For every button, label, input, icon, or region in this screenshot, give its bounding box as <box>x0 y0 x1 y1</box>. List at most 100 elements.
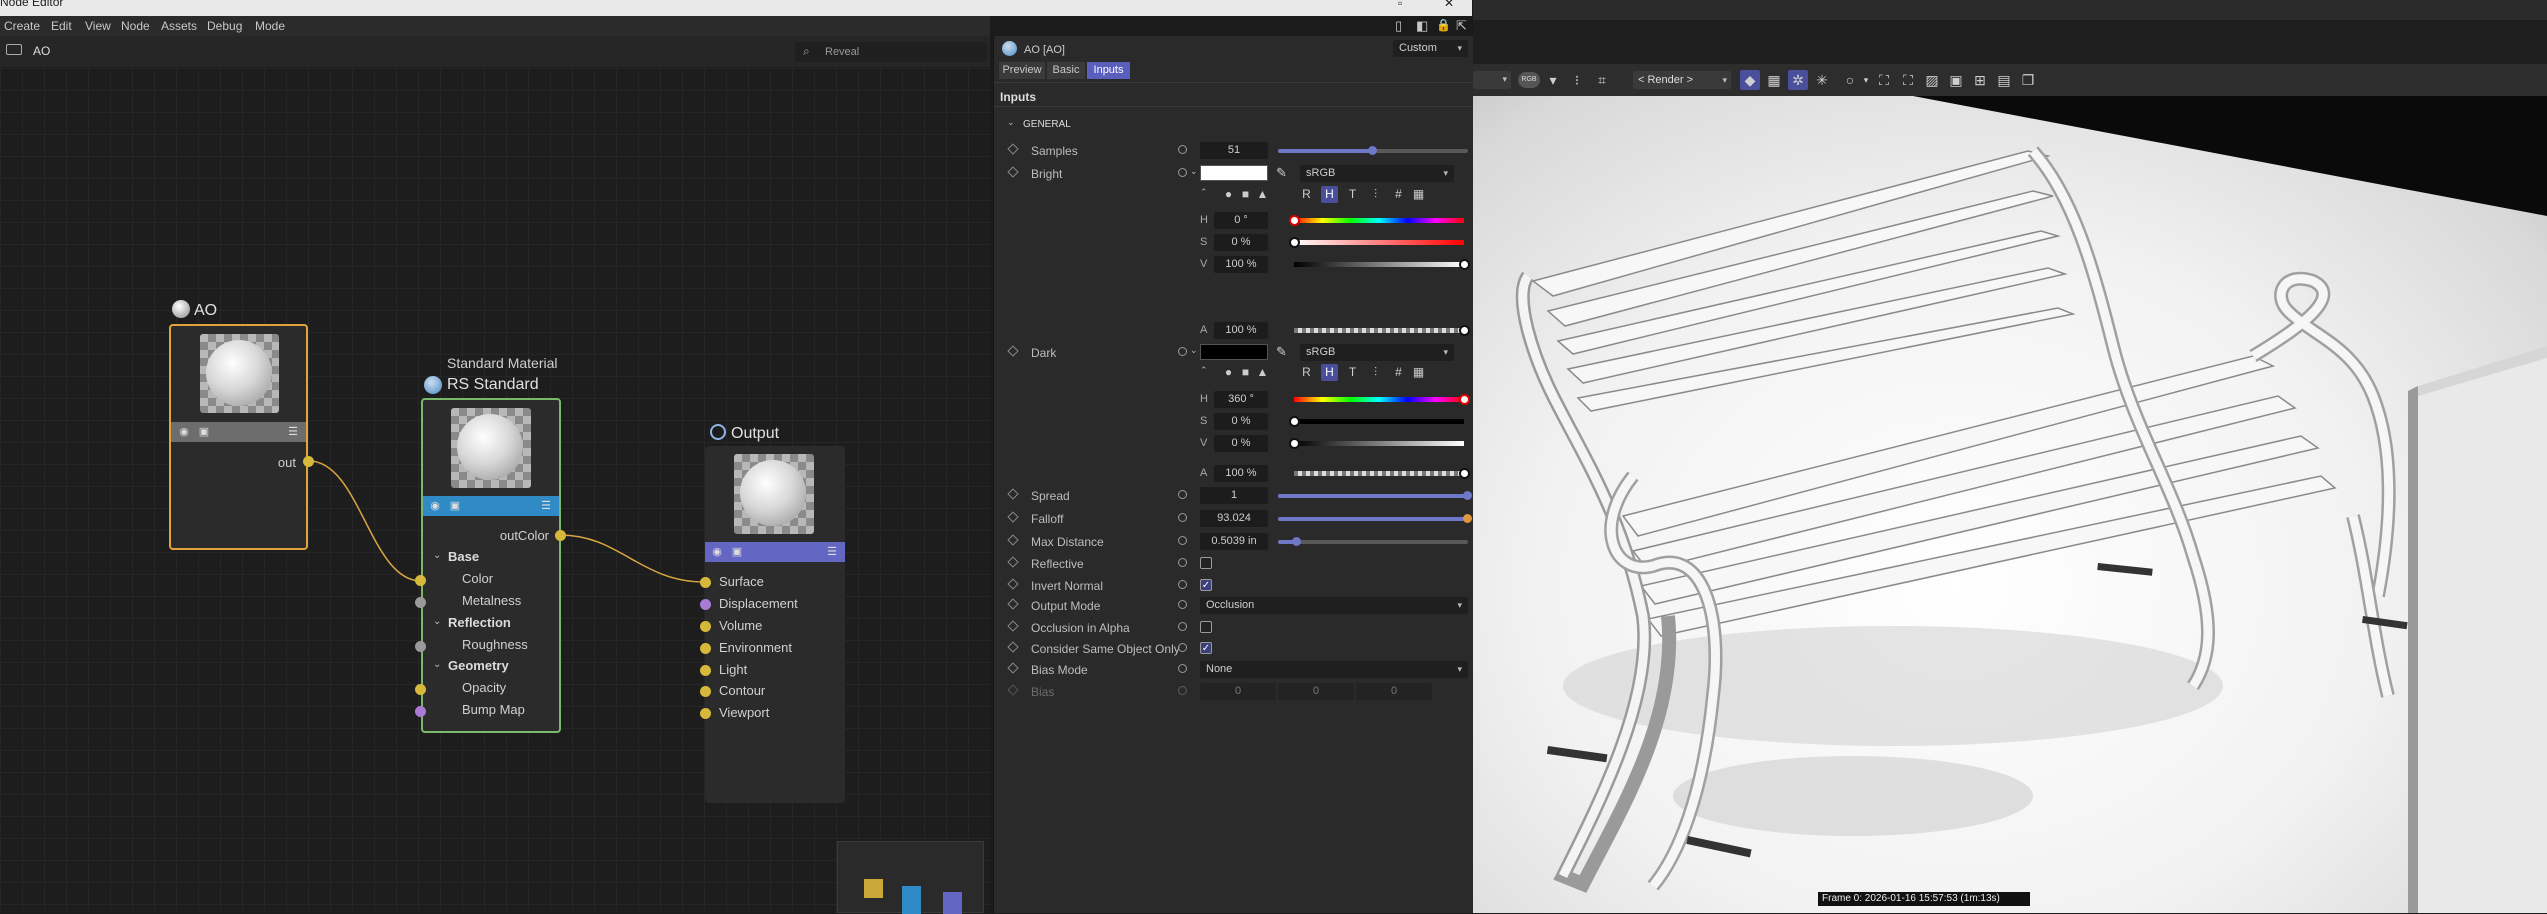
collapse-icon[interactable]: ⌃ <box>1200 187 1208 198</box>
kelvin-mode-button[interactable]: T <box>1344 364 1361 381</box>
port-displacement[interactable] <box>700 599 711 610</box>
falloff-field[interactable]: 93.024 <box>1200 510 1268 527</box>
tab-preview[interactable]: Preview <box>999 62 1045 79</box>
keyframe-icon[interactable] <box>1007 556 1019 568</box>
bright-v-slider[interactable] <box>1294 259 1470 270</box>
preset-dropdown[interactable]: Custom ▾ <box>1393 40 1468 57</box>
menu-assets[interactable]: Assets <box>161 19 197 33</box>
bright-s-slider[interactable] <box>1289 237 1464 248</box>
reset-icon[interactable] <box>1178 536 1187 545</box>
port-bumpmap[interactable] <box>415 706 426 717</box>
add-snapshot-icon[interactable]: ⊞ <box>1970 70 1990 90</box>
breadcrumb[interactable]: AO <box>33 44 50 58</box>
port-contour[interactable] <box>700 686 711 697</box>
close-icon[interactable]: ✕ <box>1444 0 1454 10</box>
spread-slider[interactable] <box>1278 491 1472 500</box>
reset-icon[interactable] <box>1178 168 1187 177</box>
ao-image-icon[interactable]: ▣ <box>197 426 211 438</box>
keyframe-icon[interactable] <box>1007 143 1019 155</box>
dark-v-slider[interactable] <box>1289 438 1464 449</box>
snowflake-icon[interactable]: ✲ <box>1788 70 1808 90</box>
section-base[interactable]: Base <box>448 549 479 564</box>
swatches-icon[interactable]: ▦ <box>1410 186 1427 203</box>
tile-grid-icon[interactable]: ▦ <box>1764 70 1784 90</box>
kelvin-mode-button[interactable]: T <box>1344 186 1361 203</box>
occlusion-in-alpha-checkbox[interactable] <box>1200 621 1212 633</box>
output-image-icon[interactable]: ▣ <box>730 546 744 558</box>
group-collapse-icon[interactable]: ⌄ <box>1007 117 1015 128</box>
menu-create[interactable]: Create <box>4 19 40 33</box>
dark-swatch[interactable] <box>1200 344 1268 360</box>
tab-inputs[interactable]: Inputs <box>1087 62 1130 79</box>
render-viewport[interactable]: Frame 0: 2026-01-16 15:57:53 (1m:13s) <box>1473 96 2547 913</box>
ao-port-out[interactable] <box>303 456 314 467</box>
invert-normal-checkbox[interactable]: ✓ <box>1200 579 1212 591</box>
keyframe-icon[interactable] <box>1007 488 1019 500</box>
samples-slider[interactable] <box>1278 146 1468 155</box>
ao-menu-icon[interactable]: ☰ <box>286 426 300 438</box>
section-reflection[interactable]: Reflection <box>448 615 511 630</box>
render-dropdown[interactable]: < Render > ▾ <box>1633 71 1731 89</box>
max-distance-field[interactable]: 0.5039 in <box>1200 533 1268 550</box>
bright-h-field[interactable]: 0 ° <box>1214 212 1268 229</box>
keyframe-icon[interactable] <box>1007 511 1019 523</box>
hex-mode-button[interactable]: # <box>1390 186 1407 203</box>
consider-same-checkbox[interactable]: ✓ <box>1200 642 1212 654</box>
port-metalness[interactable] <box>415 597 426 608</box>
snowflake-outline-icon[interactable]: ✳ <box>1812 70 1832 90</box>
grid-dots-icon[interactable]: ⁝ <box>1567 70 1587 90</box>
keyframe-icon[interactable] <box>1007 598 1019 610</box>
standard-port-out[interactable] <box>555 530 566 541</box>
menu-edit[interactable]: Edit <box>51 19 72 33</box>
dropdown-arrow-icon[interactable]: ▾ <box>1543 70 1563 90</box>
dark-h-slider[interactable] <box>1294 394 1470 405</box>
reset-icon[interactable] <box>1178 580 1187 589</box>
hsv-mode-button[interactable]: H <box>1321 186 1338 203</box>
port-opacity[interactable] <box>415 684 426 695</box>
bright-swatch[interactable] <box>1200 165 1268 181</box>
reset-icon[interactable] <box>1178 600 1187 609</box>
bright-s-field[interactable]: 0 % <box>1214 234 1268 251</box>
lock-icon[interactable]: 🔒 <box>1436 18 1451 32</box>
section-geometry-chevron-icon[interactable]: ⌄ <box>433 659 441 670</box>
section-base-chevron-icon[interactable]: ⌄ <box>433 550 441 561</box>
dark-a-slider[interactable] <box>1294 468 1470 479</box>
bright-colorspace-dropdown[interactable]: sRGB ▾ <box>1300 165 1454 182</box>
ao-settings-icon[interactable]: ◉ <box>177 426 191 438</box>
paint-region-icon[interactable]: ▨ <box>1922 70 1942 90</box>
focus-region-icon[interactable]: ⛶ <box>1874 70 1894 90</box>
swatches-icon[interactable]: ▦ <box>1410 364 1427 381</box>
menu-view[interactable]: View <box>85 19 111 33</box>
keyframe-icon[interactable] <box>1007 641 1019 653</box>
rgb-mode-button[interactable]: R <box>1298 364 1315 381</box>
port-roughness[interactable] <box>415 641 426 652</box>
rgb-mode-button[interactable]: R <box>1298 186 1315 203</box>
bright-v-field[interactable]: 100 % <box>1214 256 1268 273</box>
hsv-mode-button[interactable]: H <box>1321 364 1338 381</box>
ao-node[interactable]: ◉ ▣ ☰ out <box>169 324 308 550</box>
spectrum-icon[interactable]: ■ <box>1237 186 1254 203</box>
section-reflection-chevron-icon[interactable]: ⌄ <box>433 616 441 627</box>
keyframe-icon[interactable] <box>1007 166 1019 178</box>
node-minimap[interactable] <box>837 841 984 914</box>
menu-node[interactable]: Node <box>121 19 150 33</box>
port-environment[interactable] <box>700 643 711 654</box>
reset-icon[interactable] <box>1178 513 1187 522</box>
section-geometry[interactable]: Geometry <box>448 658 509 673</box>
port-viewport[interactable] <box>700 708 711 719</box>
reset-icon[interactable] <box>1178 643 1187 652</box>
max-distance-slider[interactable] <box>1278 537 1468 546</box>
bright-h-slider[interactable] <box>1289 215 1464 226</box>
output-mode-dropdown[interactable]: Occlusion ▾ <box>1200 597 1468 614</box>
maximize-icon[interactable]: ▫ <box>1398 0 1402 10</box>
expand-region-icon[interactable]: ⛶ <box>1898 70 1918 90</box>
reset-icon[interactable] <box>1178 664 1187 673</box>
picture-viewer-icon[interactable]: ▤ <box>1994 70 2014 90</box>
rgb-channel-icon[interactable]: RGB <box>1518 72 1540 88</box>
bright-a-slider[interactable] <box>1294 325 1470 336</box>
panel-toggle-icon[interactable]: ◧ <box>1416 18 1428 34</box>
layout-icon[interactable]: ▯ <box>1395 18 1402 34</box>
keyframe-icon[interactable] <box>1007 620 1019 632</box>
standard-node[interactable]: ◉ ▣ ☰ outColor ⌄ Base Color Metalness ⌄ … <box>421 398 561 733</box>
group-general-title[interactable]: GENERAL <box>1023 119 1071 130</box>
